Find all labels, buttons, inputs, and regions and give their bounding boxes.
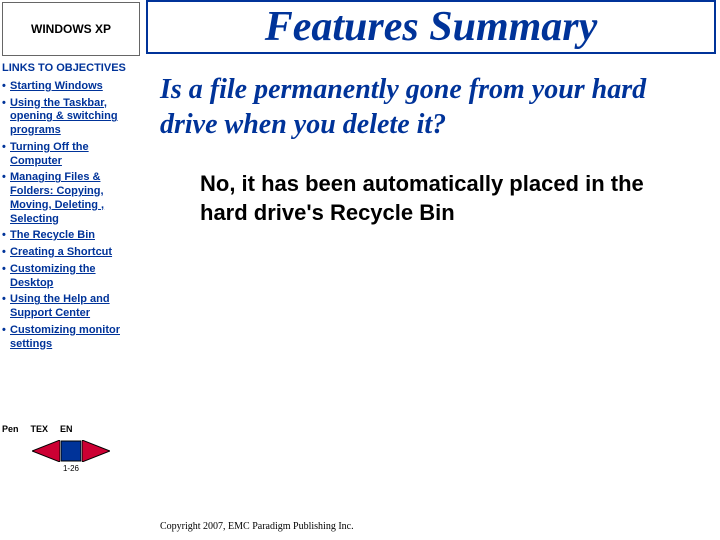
- sidebar-link[interactable]: Turning Off the Computer: [10, 141, 89, 167]
- sidebar-item[interactable]: Using the Help and Support Center: [2, 293, 140, 321]
- title-box: Features Summary: [146, 0, 716, 54]
- sidebar-item[interactable]: Starting Windows: [2, 80, 140, 94]
- pen-label: Pen: [2, 424, 19, 434]
- sidebar-link[interactable]: Customizing the Desktop: [10, 263, 96, 289]
- answer-text: No, it has been automatically placed in …: [200, 170, 680, 227]
- prev-icon[interactable]: [32, 440, 60, 462]
- sidebar-title: WINDOWS XP: [2, 2, 140, 56]
- question-text: Is a file permanently gone from your har…: [160, 72, 710, 142]
- page-title: Features Summary: [265, 3, 598, 51]
- sidebar-item[interactable]: Using the Taskbar, opening & switching p…: [2, 97, 140, 138]
- next-icon[interactable]: [82, 440, 110, 462]
- sidebar-item[interactable]: Creating a Shortcut: [2, 246, 140, 260]
- overlay-tools: Pen TEX EN 1-26: [2, 424, 140, 473]
- sidebar-link[interactable]: Starting Windows: [10, 80, 103, 92]
- page-number: 1-26: [2, 464, 140, 473]
- sidebar-item[interactable]: Turning Off the Computer: [2, 141, 140, 169]
- tex-label: TEX: [31, 424, 49, 434]
- sidebar-link[interactable]: Customizing monitor settings: [10, 324, 120, 350]
- sidebar-link[interactable]: The Recycle Bin: [10, 229, 95, 241]
- sidebar-link[interactable]: Creating a Shortcut: [10, 246, 112, 258]
- stop-icon[interactable]: [60, 440, 82, 462]
- sidebar-item[interactable]: Customizing monitor settings: [2, 324, 140, 352]
- slide: WINDOWS XP LINKS TO OBJECTIVES Starting …: [0, 0, 720, 540]
- sidebar-item[interactable]: Customizing the Desktop: [2, 263, 140, 291]
- sidebar-link[interactable]: Managing Files & Folders: Copying, Movin…: [10, 171, 104, 224]
- sidebar-item[interactable]: Managing Files & Folders: Copying, Movin…: [2, 171, 140, 226]
- sidebar-item[interactable]: The Recycle Bin: [2, 229, 140, 243]
- objectives-list: Starting Windows Using the Taskbar, open…: [2, 80, 140, 352]
- lang-label: EN: [60, 424, 73, 434]
- objectives-heading: LINKS TO OBJECTIVES: [2, 62, 140, 76]
- sidebar-link[interactable]: Using the Help and Support Center: [10, 293, 110, 319]
- sidebar-link[interactable]: Using the Taskbar, opening & switching p…: [10, 97, 118, 137]
- nav-controls: [2, 440, 140, 462]
- copyright: Copyright 2007, EMC Paradigm Publishing …: [160, 521, 354, 532]
